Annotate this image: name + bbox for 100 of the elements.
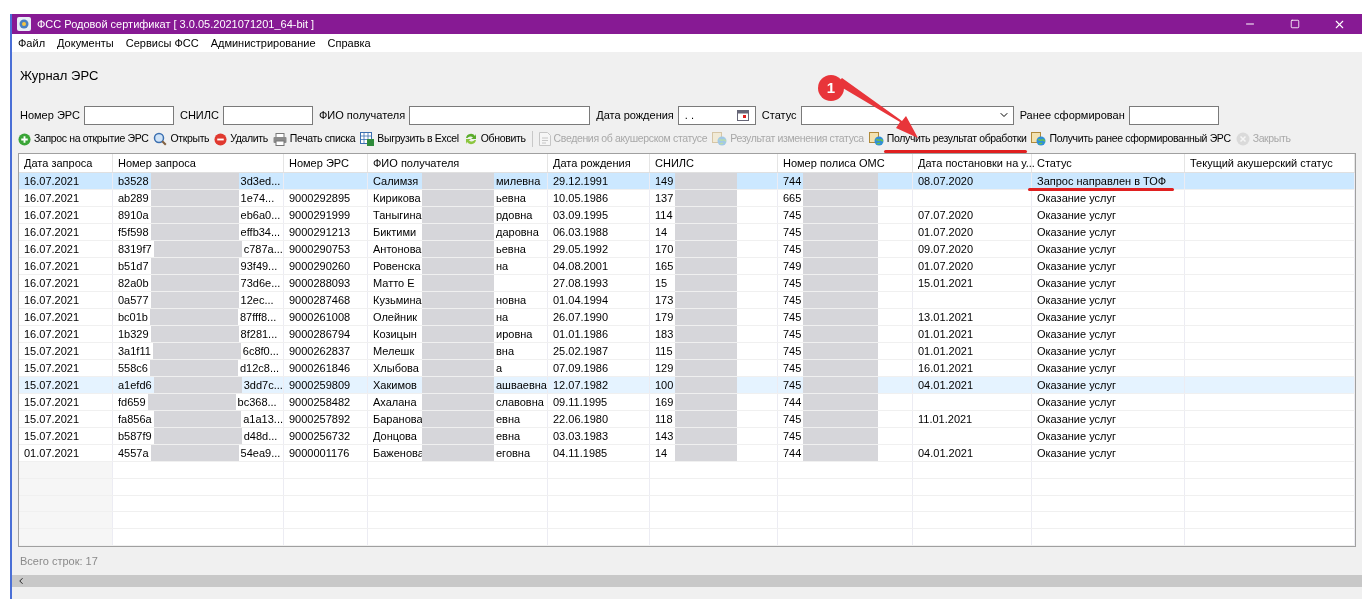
- table-cell-text: fd659: [118, 394, 146, 410]
- menu-item[interactable]: Справка: [327, 34, 371, 52]
- column-header[interactable]: Номер полиса ОМС: [778, 154, 913, 172]
- table-cell-text: 749: [783, 258, 803, 274]
- table-cell-text: 115: [655, 343, 674, 359]
- table-cell-text: ьевна: [496, 190, 526, 206]
- table-cell: 15.07.2021: [19, 411, 113, 427]
- table-cell-text: Кирикова: [373, 190, 420, 206]
- table-row[interactable]: 15.07.2021 3a1f11 6c8f0... 9000262837 Мелешк вна 25.02.1987 115 745 01.01.2021 Оказание услуг: [19, 343, 1355, 360]
- blurred-redaction: [675, 258, 737, 274]
- menu-item[interactable]: Сервисы ФСС: [125, 34, 199, 52]
- table-cell: 04.01.2021: [913, 445, 1032, 461]
- menu-item[interactable]: Файл: [18, 34, 46, 52]
- table-cell: 16.07.2021: [19, 258, 113, 274]
- spreadsheet-icon: [360, 132, 375, 146]
- table-row[interactable]: 16.07.2021 ab289 1e74... 9000292895 Кирикова ьевна 10.05.1986 137 665 Оказание услуг: [19, 190, 1355, 207]
- table-cell-text: Хакимов: [373, 377, 418, 393]
- table-row[interactable]: 16.07.2021 f5f598 effb34... 9000291213 Биктими даровна 06.03.1988 14 745 01.07.2020 Оказание услуг: [19, 224, 1355, 241]
- table-cell-text: 170: [655, 241, 675, 257]
- filter-input[interactable]: [84, 105, 174, 125]
- scroll-left-icon[interactable]: [16, 576, 26, 586]
- table-cell-text: Запрос направлен в ТОФ: [1037, 173, 1167, 189]
- table-cell-text: 745: [783, 377, 803, 393]
- table-cell-text: ьевна: [496, 241, 526, 257]
- table-cell-text: Оказание услуг: [1037, 326, 1116, 342]
- table-cell-text: 179: [655, 309, 675, 325]
- table-cell: 16.07.2021: [19, 207, 113, 223]
- table-row[interactable]: 16.07.2021 bc01b 87fff8... 9000261008 Олейник на 26.07.1990 179 745 13.01.2021 Оказание услуг: [19, 309, 1355, 326]
- annotation-badge: 1: [818, 75, 844, 101]
- column-header[interactable]: Номер запроса: [113, 154, 284, 172]
- search-icon: [153, 132, 168, 146]
- filter-input[interactable]: [222, 105, 313, 125]
- table-row[interactable]: 15.07.2021 b587f9 d48d... 9000256732 Донцова евна 03.03.1983 143 745 Оказание услуг: [19, 428, 1355, 445]
- blurred-redaction: [675, 309, 737, 325]
- blurred-redaction: [675, 326, 737, 342]
- blurred-redaction: [675, 207, 737, 223]
- toolbar-button[interactable]: Запрос на открытие ЭРС: [17, 131, 150, 147]
- table-cell: 06.03.1988: [548, 224, 650, 240]
- table-cell: 16.07.2021: [19, 292, 113, 308]
- table-cell-text: 82a0b: [118, 275, 149, 291]
- page-title: Журнал ЭРС: [20, 68, 99, 83]
- toolbar-button[interactable]: Выгрузить в Excel: [359, 131, 460, 147]
- blurred-redaction: [675, 241, 737, 257]
- table-cell-text: 100: [655, 377, 675, 393]
- table-cell-text: 558c6: [118, 360, 148, 376]
- column-header[interactable]: СНИЛС: [650, 154, 778, 172]
- blurred-redaction: [422, 258, 494, 274]
- table-cell-text: Антонова: [373, 241, 420, 257]
- column-header[interactable]: ФИО получателя: [368, 154, 548, 172]
- table-cell-text: 73d6e...: [240, 275, 281, 291]
- table-cell-text: рдовна: [496, 207, 533, 223]
- table-cell-text: Баженова: [373, 445, 420, 461]
- table-cell-text: Оказание услуг: [1037, 224, 1116, 240]
- horizontal-scrollbar[interactable]: [12, 575, 1362, 587]
- table-row[interactable]: 15.07.2021 fa856a a1a13... 9000257892 Баранова евна 22.06.1980 118 745 11.01.2021 Оказание услуг: [19, 411, 1355, 428]
- table-cell-text: 12ec...: [240, 292, 274, 308]
- table-cell: 15.07.2021: [19, 360, 113, 376]
- table-row[interactable]: 16.07.2021 8319f7 c787a... 9000290753 Антонова ьевна 29.05.1992 170 745 09.07.2020 Оказание услуг: [19, 241, 1355, 258]
- table-cell-text: 745: [783, 428, 803, 444]
- table-row[interactable]: 16.07.2021 b3528 3d3ed... Салимзя милевна 29.12.1991 149 744 08.07.2020 Запрос направлен в ТОФ: [19, 173, 1355, 190]
- table-cell-text: 14: [655, 445, 669, 461]
- delete-icon: [214, 132, 228, 146]
- toolbar-button[interactable]: Получить ранее сформированный ЭРС: [1030, 131, 1232, 147]
- blurred-redaction: [675, 360, 737, 376]
- table-row[interactable]: 15.07.2021 a1efd6 3dd7c... 9000259809 Хакимов ашваевна 12.07.1982 100 745 04.01.2021 Оказание услуг: [19, 377, 1355, 394]
- table-cell: 9000259809: [284, 377, 368, 393]
- table-cell: 22.06.1980: [548, 411, 650, 427]
- table-cell-text: Оказание услуг: [1037, 241, 1116, 257]
- toolbar-button[interactable]: Открыть: [152, 131, 211, 147]
- date-field[interactable]: . .: [677, 105, 756, 125]
- table-cell-text: 745: [783, 411, 803, 427]
- table-cell-text: f5f598: [118, 224, 149, 240]
- filter-input[interactable]: [1128, 105, 1219, 125]
- column-header[interactable]: Дата рождения: [548, 154, 650, 172]
- table-cell: 01.07.2021: [19, 445, 113, 461]
- status-dropdown[interactable]: [800, 105, 1014, 125]
- column-header[interactable]: Дата постановки на у...: [913, 154, 1032, 172]
- table-cell-text: Оказание услуг: [1037, 292, 1116, 308]
- column-header[interactable]: Номер ЭРС: [284, 154, 368, 172]
- column-header[interactable]: Дата запроса: [19, 154, 113, 172]
- toolbar-button[interactable]: Удалить: [213, 131, 269, 147]
- table-cell-text: d48d...: [243, 428, 278, 444]
- table-row[interactable]: 16.07.2021 8910a eb6a0... 9000291999 Таныгина рдовна 03.09.1995 114 745 07.07.2020 Оказание услуг: [19, 207, 1355, 224]
- table-row[interactable]: 01.07.2021 4557a 54ea9... 9000001176 Баженова еговна 04.11.1985 14 744 04.01.2021 Оказание услуг: [19, 445, 1355, 462]
- table-row[interactable]: 16.07.2021 0a577 12ec... 9000287468 Кузьмина новна 01.04.1994 173 745 Оказание услуг: [19, 292, 1355, 309]
- toolbar-button[interactable]: Печать списка: [271, 131, 357, 147]
- filter-input[interactable]: [409, 105, 591, 125]
- toolbar-button[interactable]: Обновить: [462, 131, 527, 147]
- table-cell: 16.07.2021: [19, 173, 113, 189]
- column-header[interactable]: Текущий акушерский статус: [1185, 154, 1355, 172]
- table-row[interactable]: 15.07.2021 fd659 bc368... 9000258482 Ахалана славовна 09.11.1995 169 744 Оказание услуг: [19, 394, 1355, 411]
- table-cell-text: b51d7: [118, 258, 149, 274]
- table-cell-text: ировна: [496, 326, 533, 342]
- menu-item[interactable]: Документы: [57, 34, 114, 52]
- table-cell: 9000291213: [284, 224, 368, 240]
- table-row[interactable]: 16.07.2021 1b329 8f281... 9000286794 Козицын ировна 01.01.1986 183 745 01.01.2021 Оказание услуг: [19, 326, 1355, 343]
- menu-item[interactable]: Администрирование: [210, 34, 316, 52]
- table-row[interactable]: 16.07.2021 82a0b 73d6e... 9000288093 Матто Е 27.08.1993 15 745 15.01.2021 Оказание услуг: [19, 275, 1355, 292]
- table-cell: 9000286794: [284, 326, 368, 342]
- table-row[interactable]: 16.07.2021 b51d7 93f49... 9000290260 Ровенска на 04.08.2001 165 749 01.07.2020 Оказание услуг: [19, 258, 1355, 275]
